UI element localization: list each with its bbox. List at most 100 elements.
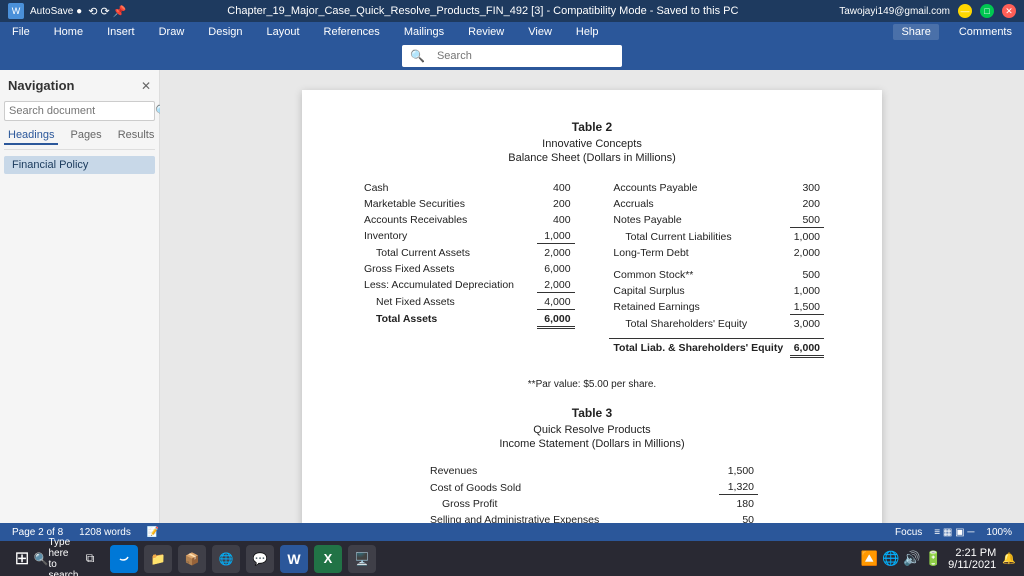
sidebar-search-input[interactable] [9, 105, 151, 117]
total-assets-label: Total Assets [360, 312, 535, 329]
retained-label: Retained Earnings [609, 300, 787, 315]
table3-subtitle: Income Statement (Dollars in Millions) [352, 438, 832, 450]
close-button[interactable]: ✕ [1002, 4, 1016, 18]
autosave-label: AutoSave ● [30, 6, 82, 17]
search-icon: 🔍 [410, 49, 425, 63]
total-current-assets-value: 2,000 [537, 246, 575, 260]
title-bar: W AutoSave ● ⟲ ⟳ 📌 Chapter_19_Major_Case… [0, 0, 1024, 22]
notes-pay-label: Notes Payable [609, 213, 787, 228]
cogs-value: 1,320 [719, 480, 758, 495]
marketable-value: 200 [537, 197, 575, 211]
notification-button[interactable]: 🔔 [1002, 552, 1016, 565]
sidebar-title: Navigation [8, 78, 74, 93]
taskbar-left: ⊞ 🔍 Type here to search ⧉ 📁 📦 🌐 💬 W X 🖥️ [8, 545, 376, 573]
quick-access: ⟲ ⟳ 📌 [88, 5, 126, 18]
teams-button[interactable]: 💬 [246, 545, 274, 573]
net-fixed-value: 4,000 [537, 295, 575, 310]
menu-layout[interactable]: Layout [263, 24, 304, 40]
cash-label: Cash [360, 181, 535, 195]
navigation-sidebar: Navigation ✕ 🔍 ▼ Headings Pages Results … [0, 70, 160, 541]
minimize-button[interactable]: — [958, 4, 972, 18]
par-value-note: **Par value: $5.00 per share. [352, 379, 832, 390]
hp-button[interactable]: 🖥️ [348, 545, 376, 573]
retained-value: 1,500 [790, 300, 824, 315]
less-accum-label: Less: Accumulated Depreciation [360, 278, 535, 293]
menu-view[interactable]: View [524, 24, 556, 40]
time-display: 2:21 PM [948, 547, 996, 559]
title-bar-left: W AutoSave ● ⟲ ⟳ 📌 [8, 3, 126, 19]
marketable-label: Marketable Securities [360, 197, 535, 211]
menu-insert[interactable]: Insert [103, 24, 139, 40]
nav-item-financial-policy[interactable]: Financial Policy [4, 156, 155, 174]
status-right: Focus ≡ ▦ ▣ ─ 100% [895, 527, 1012, 538]
total-assets-value: 6,000 [537, 312, 575, 329]
tab-headings[interactable]: Headings [4, 127, 58, 145]
sidebar-header: Navigation ✕ [4, 74, 155, 101]
document-page: Table 2 Innovative Concepts Balance Shee… [302, 90, 882, 541]
clock: 2:21 PM 9/11/2021 [948, 547, 996, 571]
revenues-value: 1,500 [719, 464, 758, 478]
gross-profit-value: 180 [719, 497, 758, 511]
system-tray: 🔼 🌐 🔊 🔋 [861, 550, 942, 567]
gross-profit-label: Gross Profit [426, 497, 717, 511]
status-bar: Page 2 of 8 1208 words 📝 Focus ≡ ▦ ▣ ─ 1… [0, 523, 1024, 541]
taskbar: ⊞ 🔍 Type here to search ⧉ 📁 📦 🌐 💬 W X 🖥️… [0, 541, 1024, 576]
menu-design[interactable]: Design [204, 24, 246, 40]
view-icons: ≡ ▦ ▣ ─ [934, 527, 974, 538]
accruals-value: 200 [790, 197, 824, 211]
file-explorer-button[interactable]: 📁 [144, 545, 172, 573]
table3-title: Table 3 [352, 406, 832, 420]
edge-button[interactable] [110, 545, 138, 573]
document-area: Table 2 Innovative Concepts Balance Shee… [160, 70, 1024, 541]
common-stock-value: 500 [790, 268, 824, 282]
sidebar-close-button[interactable]: ✕ [141, 79, 151, 93]
gross-fixed-value: 6,000 [537, 262, 575, 276]
total-current-liab-label: Total Current Liabilities [609, 230, 787, 244]
search-bar-area: 🔍 [0, 42, 1024, 70]
menu-home[interactable]: Home [50, 24, 87, 40]
tab-pages[interactable]: Pages [66, 127, 105, 145]
accounts-rec-value: 400 [537, 213, 575, 227]
menu-mailings[interactable]: Mailings [400, 24, 448, 40]
capital-surplus-value: 1,000 [790, 284, 824, 298]
assets-section: Cash 400 Marketable Securities 200 Accou… [354, 178, 581, 361]
ribbon: File Home Insert Draw Design Layout Refe… [0, 22, 1024, 42]
comments-button[interactable]: Comments [955, 24, 1016, 40]
windows-start-button[interactable]: ⊞ [8, 545, 36, 573]
sidebar-tabs: Headings Pages Results [4, 127, 155, 150]
maximize-button[interactable]: □ [980, 4, 994, 18]
table2-subtitle: Balance Sheet (Dollars in Millions) [352, 152, 832, 164]
menu-references[interactable]: References [320, 24, 384, 40]
menu-draw[interactable]: Draw [155, 24, 189, 40]
menu-help[interactable]: Help [572, 24, 603, 40]
focus-label[interactable]: Focus [895, 527, 922, 538]
status-left: Page 2 of 8 1208 words 📝 [12, 527, 159, 538]
file-name: Chapter_19_Major_Case_Quick_Resolve_Prod… [126, 5, 839, 17]
share-button[interactable]: Share [893, 24, 938, 40]
menu-review[interactable]: Review [464, 24, 508, 40]
inventory-value: 1,000 [537, 229, 575, 244]
total-current-assets-label: Total Current Assets [360, 246, 535, 260]
notes-pay-value: 500 [790, 213, 824, 228]
accounts-pay-label: Accounts Payable [609, 181, 787, 195]
cogs-label: Cost of Goods Sold [426, 480, 717, 495]
menu-file[interactable]: File [8, 24, 34, 40]
search-taskbar-button[interactable]: 🔍 Type here to search [42, 545, 70, 573]
revenues-label: Revenues [426, 464, 717, 478]
word-count: 1208 words [79, 527, 131, 538]
excel-button[interactable]: X [314, 545, 342, 573]
inventory-label: Inventory [360, 229, 535, 244]
net-fixed-label: Net Fixed Assets [360, 295, 535, 310]
word-taskbar-button[interactable]: W [280, 545, 308, 573]
less-accum-value: 2,000 [537, 278, 575, 293]
long-term-label: Long-Term Debt [609, 246, 787, 260]
dropbox-button[interactable]: 📦 [178, 545, 206, 573]
capital-surplus-label: Capital Surplus [609, 284, 787, 298]
taskbar-right: 🔼 🌐 🔊 🔋 2:21 PM 9/11/2021 🔔 [861, 547, 1016, 571]
search-input[interactable] [429, 47, 609, 65]
tab-results[interactable]: Results [114, 127, 159, 145]
task-view-button[interactable]: ⧉ [76, 545, 104, 573]
chrome-button[interactable]: 🌐 [212, 545, 240, 573]
total-equity-label: Total Shareholders' Equity [609, 317, 787, 331]
sidebar-search-box[interactable]: 🔍 ▼ [4, 101, 155, 121]
